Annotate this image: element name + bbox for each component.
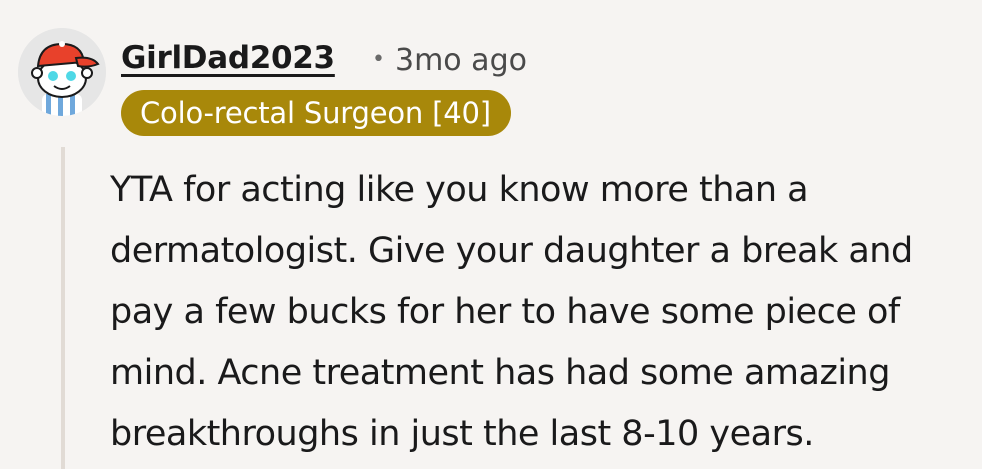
comment-body: YTA for acting like you know more than a…: [110, 160, 982, 465]
reddit-snoo-avatar-icon: [18, 28, 106, 116]
comment-timestamp[interactable]: 3mo ago: [395, 43, 527, 78]
user-flair-badge: Colo-rectal Surgeon [40]: [121, 90, 511, 136]
comment-body-text: YTA for acting like you know more than a…: [110, 170, 913, 454]
comment-meta: • 3mo ago: [372, 40, 527, 81]
comment-author-link[interactable]: GirlDad2023: [121, 38, 335, 78]
user-avatar[interactable]: [18, 28, 106, 116]
comment-thread-line[interactable]: [61, 147, 65, 469]
meta-separator: •: [372, 47, 385, 72]
